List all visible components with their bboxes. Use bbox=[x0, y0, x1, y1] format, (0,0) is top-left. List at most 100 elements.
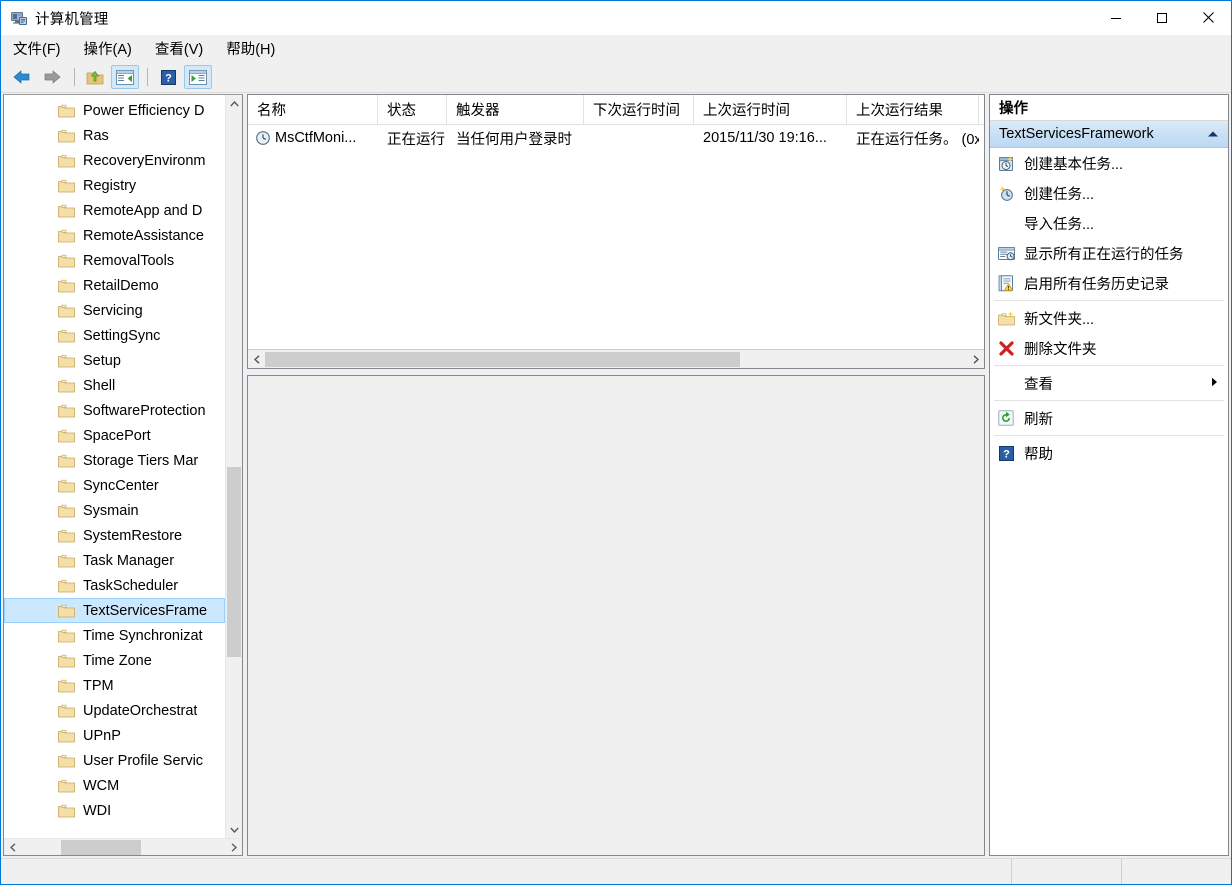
tree-item[interactable]: RemovalTools bbox=[4, 248, 225, 273]
tree-item-label: WDI bbox=[83, 802, 112, 819]
cell-last-run: 2015/11/30 19:16... bbox=[703, 130, 827, 146]
no-icon-placeholder bbox=[996, 374, 1016, 392]
tree-item[interactable]: Task Manager bbox=[4, 548, 225, 573]
scroll-up-button[interactable] bbox=[226, 95, 242, 112]
folder-icon bbox=[58, 529, 75, 543]
tree-item[interactable]: Servicing bbox=[4, 298, 225, 323]
tree-vertical-scrollbar[interactable] bbox=[225, 95, 242, 838]
scroll-right-button[interactable] bbox=[225, 842, 242, 852]
folder-icon bbox=[58, 454, 75, 468]
task-list-horizontal-scrollbar[interactable] bbox=[248, 349, 984, 368]
tree-item[interactable]: UpdateOrchestrat bbox=[4, 698, 225, 723]
action-item-label: 查看 bbox=[1024, 376, 1053, 393]
column-header[interactable]: 触发器 bbox=[447, 95, 584, 124]
tree-hscroll-thumb[interactable] bbox=[61, 839, 141, 855]
status-main-section bbox=[1, 859, 1011, 884]
refresh-icon bbox=[996, 409, 1016, 427]
column-header[interactable]: 上次运行时间 bbox=[694, 95, 847, 124]
scroll-down-button[interactable] bbox=[226, 821, 242, 838]
tree-item[interactable]: UPnP bbox=[4, 723, 225, 748]
show-hide-action-pane-button[interactable] bbox=[184, 65, 212, 89]
action-item-label: 刷新 bbox=[1024, 411, 1053, 428]
action-refresh[interactable]: 刷新 bbox=[990, 403, 1228, 433]
tree-item[interactable]: RemoteAssistance bbox=[4, 223, 225, 248]
minimize-button[interactable] bbox=[1093, 1, 1139, 34]
list-scroll-right-button[interactable] bbox=[967, 354, 984, 364]
action-import-task[interactable]: 导入任务... bbox=[990, 208, 1228, 238]
tree-item[interactable]: Time Synchronizat bbox=[4, 623, 225, 648]
help-button[interactable]: ? bbox=[154, 65, 182, 89]
tree-item-label: RemoteAssistance bbox=[83, 227, 204, 244]
tree-item[interactable]: Shell bbox=[4, 373, 225, 398]
status-section-2 bbox=[1121, 859, 1231, 884]
tree-item[interactable]: Storage Tiers Mar bbox=[4, 448, 225, 473]
menu-action[interactable]: 操作(A) bbox=[84, 38, 132, 59]
tree-item[interactable]: TPM bbox=[4, 673, 225, 698]
tree-item[interactable]: Power Efficiency D bbox=[4, 98, 225, 123]
create-basic-task-icon bbox=[996, 154, 1016, 172]
list-hscroll-thumb[interactable] bbox=[265, 351, 740, 367]
window-controls bbox=[1093, 1, 1231, 34]
tree-item[interactable]: TaskScheduler bbox=[4, 573, 225, 598]
back-button[interactable] bbox=[8, 65, 36, 89]
tree-item[interactable]: SoftwareProtection bbox=[4, 398, 225, 423]
table-row[interactable]: MsCtfMoni... 正在运行 当任何用户登录时 2015/11/30 19:16… bbox=[248, 125, 984, 151]
list-scroll-left-button[interactable] bbox=[248, 354, 265, 364]
action-new-folder[interactable]: 新文件夹... bbox=[990, 303, 1228, 333]
status-bar bbox=[1, 858, 1231, 884]
tree-item[interactable]: Sysmain bbox=[4, 498, 225, 523]
tree-item[interactable]: Registry bbox=[4, 173, 225, 198]
tree-item[interactable]: RecoveryEnvironm bbox=[4, 148, 225, 173]
tree-item[interactable]: SpacePort bbox=[4, 423, 225, 448]
column-header[interactable]: 上次运行结果 bbox=[847, 95, 979, 124]
tree-item[interactable]: User Profile Servic bbox=[4, 748, 225, 773]
column-header[interactable]: 状态 bbox=[378, 95, 447, 124]
column-header[interactable]: 名称 bbox=[248, 95, 378, 124]
forward-button[interactable] bbox=[38, 65, 66, 89]
menu-file[interactable]: 文件(F) bbox=[13, 38, 61, 59]
up-one-level-button[interactable] bbox=[81, 65, 109, 89]
tree-item[interactable]: Time Zone bbox=[4, 648, 225, 673]
action-delete-folder[interactable]: 删除文件夹 bbox=[990, 333, 1228, 363]
action-separator bbox=[994, 365, 1224, 366]
tree-item-label: SystemRestore bbox=[83, 527, 183, 544]
tree-item[interactable]: WDI bbox=[4, 798, 225, 823]
menu-view[interactable]: 查看(V) bbox=[155, 38, 203, 59]
triangle-up-icon[interactable] bbox=[1207, 126, 1219, 142]
tree-item[interactable]: RetailDemo bbox=[4, 273, 225, 298]
tree-scroll-thumb[interactable] bbox=[227, 467, 241, 657]
scroll-left-button[interactable] bbox=[4, 842, 21, 852]
tree-item[interactable]: Setup bbox=[4, 348, 225, 373]
tree-horizontal-scrollbar[interactable] bbox=[4, 838, 242, 855]
action-help[interactable]: ? 帮助 bbox=[990, 438, 1228, 468]
show-hide-console-tree-button[interactable] bbox=[111, 65, 139, 89]
tree-item[interactable]: WCM bbox=[4, 773, 225, 798]
tree-item[interactable]: TextServicesFrame bbox=[4, 598, 225, 623]
column-header[interactable]: 下次运行时间 bbox=[584, 95, 694, 124]
tree-item[interactable]: SyncCenter bbox=[4, 473, 225, 498]
task-list-rows: MsCtfMoni... 正在运行 当任何用户登录时 2015/11/30 19:16… bbox=[248, 125, 984, 349]
tree-item[interactable]: SettingSync bbox=[4, 323, 225, 348]
maximize-button[interactable] bbox=[1139, 1, 1185, 34]
tree-item-label: WCM bbox=[83, 777, 120, 794]
action-create-basic-task[interactable]: 创建基本任务... bbox=[990, 148, 1228, 178]
list-hscroll-track[interactable] bbox=[265, 351, 967, 368]
tree-item[interactable]: RemoteApp and D bbox=[4, 198, 225, 223]
menu-help[interactable]: 帮助(H) bbox=[226, 38, 275, 59]
tree-scroll-track[interactable] bbox=[226, 112, 242, 821]
tree-item[interactable]: SystemRestore bbox=[4, 523, 225, 548]
actions-group-header[interactable]: TextServicesFramework bbox=[990, 121, 1228, 148]
folder-icon bbox=[58, 304, 75, 318]
tree-hscroll-track[interactable] bbox=[21, 839, 225, 856]
folder-icon bbox=[58, 329, 75, 343]
folder-icon bbox=[58, 579, 75, 593]
tree-item[interactable]: Ras bbox=[4, 123, 225, 148]
action-view[interactable]: 查看 bbox=[990, 368, 1228, 398]
action-create-task[interactable]: 创建任务... bbox=[990, 178, 1228, 208]
action-show-running-tasks[interactable]: 显示所有正在运行的任务 bbox=[990, 238, 1228, 268]
folder-icon bbox=[58, 204, 75, 218]
action-item-label: 删除文件夹 bbox=[1024, 341, 1097, 358]
clock-task-icon bbox=[255, 130, 271, 146]
action-enable-task-history[interactable]: 启用所有任务历史记录 bbox=[990, 268, 1228, 298]
close-button[interactable] bbox=[1185, 1, 1231, 34]
